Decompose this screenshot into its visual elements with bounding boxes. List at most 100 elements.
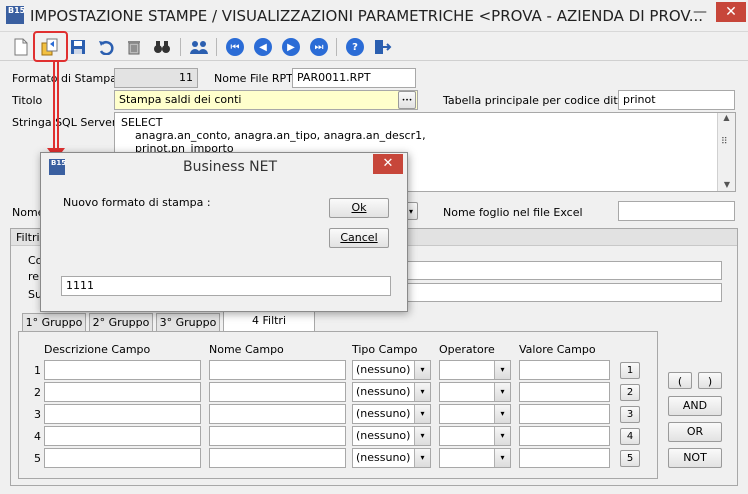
row-button[interactable]: 3 (620, 406, 640, 423)
descrizione-field[interactable] (44, 426, 201, 446)
users-icon[interactable] (188, 36, 210, 58)
valore-campo-field[interactable] (519, 404, 610, 424)
dialog-window: B15 Business NET ✕ Nuovo formato di stam… (40, 152, 408, 312)
dialog-title: Business NET (183, 159, 278, 175)
row-number: 1 (34, 364, 41, 377)
close-button[interactable]: ✕ (716, 2, 746, 22)
next-record-icon[interactable]: ▶ (280, 36, 302, 58)
formato-label: Formato di Stampa (12, 72, 117, 85)
row-number: 2 (34, 386, 41, 399)
row-button[interactable]: 5 (620, 450, 640, 467)
chevron-down-icon: ▾ (414, 361, 430, 379)
toolbar-separator (216, 38, 217, 56)
chevron-down-icon: ▾ (494, 449, 510, 467)
undo-icon[interactable] (95, 36, 117, 58)
row-number: 5 (34, 452, 41, 465)
tabella-field[interactable]: prinot (618, 90, 735, 110)
descrizione-field[interactable] (44, 448, 201, 468)
nuovo-formato-input[interactable]: 1111 (61, 276, 391, 296)
delete-icon[interactable] (123, 36, 145, 58)
formato-field[interactable]: 11 (114, 68, 198, 88)
nome-campo-field[interactable] (209, 404, 346, 424)
operatore-select[interactable]: ▾ (439, 404, 511, 424)
filtri-label: Filtri (16, 231, 40, 244)
previous-record-icon[interactable]: ◀ (252, 36, 274, 58)
valore-campo-field[interactable] (519, 360, 610, 380)
row-button[interactable]: 4 (620, 428, 640, 445)
help-icon[interactable]: ? (344, 36, 366, 58)
exit-icon[interactable] (372, 36, 394, 58)
descrizione-field[interactable] (44, 360, 201, 380)
nome-campo-field[interactable] (209, 360, 346, 380)
not-button[interactable]: NOT (668, 448, 722, 468)
new-document-icon[interactable] (10, 36, 32, 58)
nome-campo-field[interactable] (209, 448, 346, 468)
tipo-campo-select[interactable]: (nessuno) ▾ (352, 404, 431, 424)
titolo-label: Titolo (12, 94, 43, 107)
header-tipo: Tipo Campo (352, 343, 418, 356)
binoculars-icon[interactable] (151, 36, 173, 58)
chevron-down-icon: ▾ (494, 383, 510, 401)
valore-campo-field[interactable] (519, 426, 610, 446)
last-record-icon[interactable]: ⏭ (308, 36, 330, 58)
su-field[interactable] (402, 283, 722, 302)
close-paren-button[interactable]: ) (698, 372, 722, 389)
chevron-down-icon: ▾ (414, 383, 430, 401)
annotation-arrow (53, 62, 59, 154)
sql-label: Stringa SQL Server (12, 116, 117, 129)
tipo-campo-select[interactable]: (nessuno) ▾ (352, 382, 431, 402)
dialog-logo: B15 (49, 159, 66, 175)
titolo-lookup-button[interactable]: ••• (398, 91, 416, 109)
dialog-close-button[interactable]: ✕ (373, 154, 403, 174)
chevron-down-icon: ▾ (414, 405, 430, 423)
cancel-button[interactable]: Cancel (329, 228, 389, 248)
toolbar-separator (180, 38, 181, 56)
tab-filtri-subquery[interactable]: 4 Filtri Subquery (223, 311, 315, 344)
row-number: 3 (34, 408, 41, 421)
chevron-down-icon: ▾ (494, 361, 510, 379)
tab-1-gruppo[interactable]: 1° Gruppo (22, 313, 86, 332)
rel-field[interactable] (402, 261, 722, 280)
nomefile-field[interactable]: PAR0011.RPT (292, 68, 416, 88)
nome-campo-field[interactable] (209, 426, 346, 446)
header-descrizione: Descrizione Campo (44, 343, 151, 356)
tipo-campo-select[interactable]: (nessuno) ▾ (352, 360, 431, 380)
foglio-label: Nome foglio nel file Excel (443, 206, 583, 219)
nome-campo-field[interactable] (209, 382, 346, 402)
or-button[interactable]: OR (668, 422, 722, 442)
valore-campo-field[interactable] (519, 382, 610, 402)
row-button[interactable]: 1 (620, 362, 640, 379)
window-title: IMPOSTAZIONE STAMPE / VISUALIZZAZIONI PA… (30, 7, 704, 25)
descrizione-field[interactable] (44, 382, 201, 402)
chevron-down-icon: ▾ (414, 449, 430, 467)
app-logo: B15 (6, 6, 25, 24)
sql-scrollbar[interactable]: ▲ ⠿ ▼ (717, 113, 735, 191)
operatore-select[interactable]: ▾ (439, 448, 511, 468)
and-button[interactable]: AND (668, 396, 722, 416)
nomefile-label: Nome File RPT (214, 72, 293, 85)
first-record-icon[interactable]: ⏮ (224, 36, 246, 58)
descrizione-field[interactable] (44, 404, 201, 424)
chevron-down-icon: ▾ (414, 427, 430, 445)
tipo-campo-select[interactable]: (nessuno) ▾ (352, 448, 431, 468)
header-valore: Valore Campo (519, 343, 596, 356)
tabella-label: Tabella principale per codice ditta (443, 94, 629, 107)
foglio-field[interactable] (618, 201, 735, 221)
titolo-field[interactable]: Stampa saldi dei conti (114, 90, 418, 110)
row-number: 4 (34, 430, 41, 443)
operatore-select[interactable]: ▾ (439, 382, 511, 402)
header-nome: Nome Campo (209, 343, 284, 356)
operatore-select[interactable]: ▾ (439, 360, 511, 380)
operatore-select[interactable]: ▾ (439, 426, 511, 446)
valore-campo-field[interactable] (519, 448, 610, 468)
save-icon[interactable] (67, 36, 89, 58)
row-button[interactable]: 2 (620, 384, 640, 401)
minimize-button[interactable]: — (686, 2, 714, 22)
tab-2-gruppo[interactable]: 2° Gruppo (89, 313, 153, 332)
open-paren-button[interactable]: ( (668, 372, 692, 389)
toolbar-separator (336, 38, 337, 56)
ok-button[interactable]: Ok (329, 198, 389, 218)
tab-3-gruppo[interactable]: 3° Gruppo (156, 313, 220, 332)
dialog-prompt: Nuovo formato di stampa : (63, 196, 211, 209)
tipo-campo-select[interactable]: (nessuno) ▾ (352, 426, 431, 446)
